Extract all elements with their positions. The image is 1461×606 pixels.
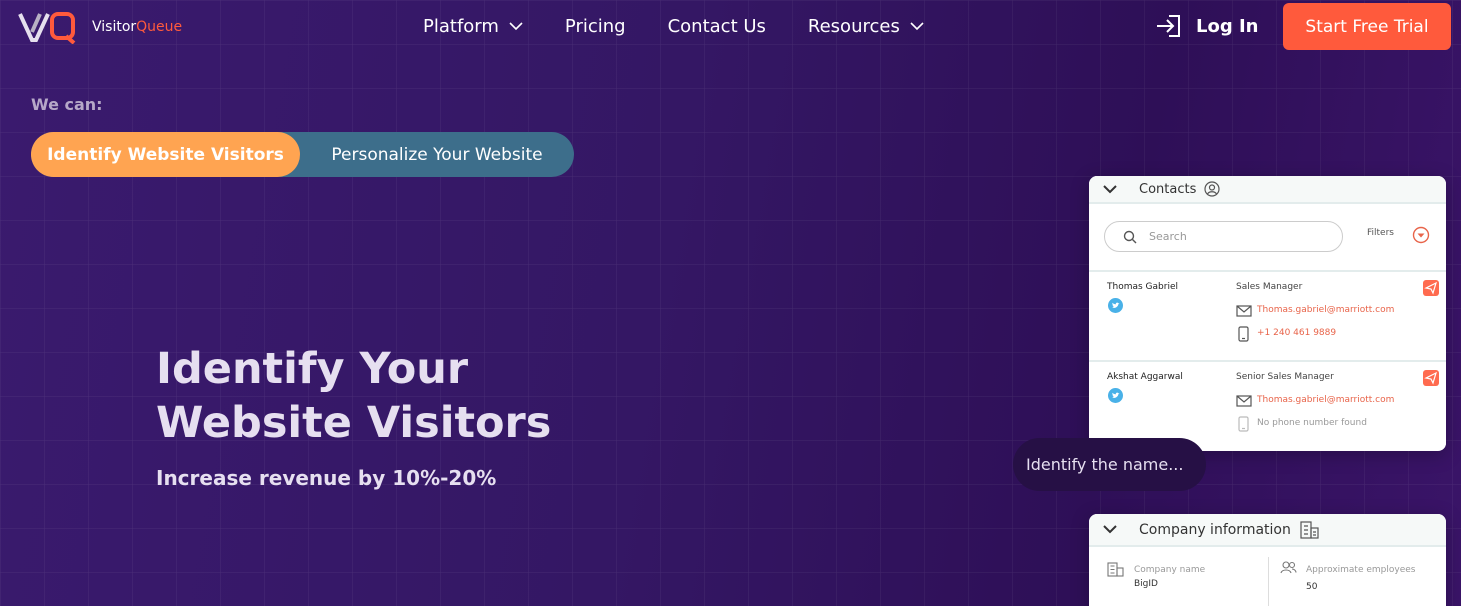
contact-name: Thomas Gabriel bbox=[1107, 282, 1178, 292]
contact-row[interactable]: Thomas Gabriel Sales Manager Thomas.gabr… bbox=[1089, 270, 1446, 360]
hero-title: Identify Your Website Visitors bbox=[156, 344, 552, 448]
employees-label: Approximate employees bbox=[1306, 565, 1416, 575]
send-icon[interactable] bbox=[1423, 370, 1439, 386]
brand-name: VisitorQueue bbox=[92, 19, 182, 35]
contacts-card: Contacts Search Filters Thomas Gabriel S… bbox=[1089, 176, 1446, 451]
hero-subtitle: Increase revenue by 10%-20% bbox=[156, 466, 497, 490]
chevron-down-icon[interactable] bbox=[1103, 184, 1117, 194]
menu-item-label: Platform bbox=[423, 16, 499, 37]
chevron-down-icon bbox=[910, 22, 924, 31]
contact-role: Senior Sales Manager bbox=[1236, 372, 1334, 382]
divider bbox=[1268, 557, 1269, 606]
search-icon bbox=[1123, 230, 1137, 243]
menu-item-label: Resources bbox=[807, 16, 900, 37]
chevron-down-icon[interactable] bbox=[1103, 525, 1117, 534]
logo[interactable]: VisitorQueue bbox=[18, 10, 182, 44]
capabilities-heading: We can: bbox=[31, 95, 103, 114]
menu-item-label: Pricing bbox=[564, 16, 626, 37]
vq-logo-icon bbox=[18, 10, 78, 44]
menu-item-contact[interactable]: Contact Us bbox=[668, 16, 766, 37]
contact-phone[interactable]: +1 240 461 9889 bbox=[1257, 328, 1336, 338]
employees-value: 50 bbox=[1306, 582, 1318, 592]
contact-role: Sales Manager bbox=[1236, 282, 1303, 292]
identify-name-bubble: Identify the name... bbox=[1013, 438, 1206, 491]
contacts-search-row: Search Filters bbox=[1089, 204, 1446, 270]
start-free-trial-button[interactable]: Start Free Trial bbox=[1283, 3, 1451, 50]
login-link[interactable]: Log In bbox=[1155, 14, 1259, 38]
mail-icon bbox=[1236, 395, 1252, 407]
search-placeholder: Search bbox=[1149, 230, 1187, 243]
contact-row[interactable]: Akshat Aggarwal Senior Sales Manager Tho… bbox=[1089, 360, 1446, 450]
phone-icon bbox=[1238, 416, 1249, 432]
user-circle-icon bbox=[1204, 181, 1220, 197]
brand-name-part2: Queue bbox=[136, 19, 183, 35]
send-icon[interactable] bbox=[1423, 280, 1439, 296]
menu-item-platform[interactable]: Platform bbox=[423, 16, 523, 37]
twitter-icon[interactable] bbox=[1108, 388, 1123, 403]
contact-phone-missing: No phone number found bbox=[1257, 418, 1367, 428]
company-body: Company name BigID Approximate employees… bbox=[1089, 547, 1446, 606]
filter-dropdown-icon[interactable] bbox=[1412, 226, 1430, 244]
toggle-personalize-website[interactable]: Personalize Your Website bbox=[300, 132, 574, 177]
contact-email[interactable]: Thomas.gabriel@marriott.com bbox=[1257, 395, 1394, 405]
building-icon bbox=[1107, 562, 1124, 577]
chevron-down-icon bbox=[509, 22, 523, 31]
company-name-label: Company name bbox=[1134, 565, 1206, 575]
search-input[interactable]: Search bbox=[1104, 221, 1343, 252]
login-arrow-icon bbox=[1157, 15, 1180, 37]
company-info-card: Company information Company name BigID A… bbox=[1089, 514, 1446, 606]
contact-email[interactable]: Thomas.gabriel@marriott.com bbox=[1257, 305, 1394, 315]
login-label: Log In bbox=[1196, 15, 1259, 37]
phone-icon bbox=[1238, 326, 1249, 342]
mail-icon bbox=[1236, 305, 1252, 317]
top-nav: VisitorQueue Platform Pricing Contact Us… bbox=[0, 0, 1461, 56]
contacts-header: Contacts bbox=[1089, 176, 1446, 204]
capability-toggle: Identify Website Visitors Personalize Yo… bbox=[31, 132, 574, 177]
toggle-identify-visitors[interactable]: Identify Website Visitors bbox=[31, 132, 300, 177]
contact-name: Akshat Aggarwal bbox=[1107, 372, 1183, 382]
company-name-value: BigID bbox=[1134, 579, 1158, 589]
menu-item-resources[interactable]: Resources bbox=[808, 16, 924, 37]
main-menu: Platform Pricing Contact Us Resources bbox=[423, 16, 966, 37]
filters-label[interactable]: Filters bbox=[1367, 228, 1394, 238]
company-header: Company information bbox=[1089, 514, 1446, 547]
employees-icon bbox=[1280, 561, 1297, 574]
menu-item-pricing[interactable]: Pricing bbox=[565, 16, 626, 37]
menu-item-label: Contact Us bbox=[667, 16, 766, 37]
company-title: Company information bbox=[1139, 521, 1291, 538]
building-icon bbox=[1299, 520, 1319, 539]
brand-name-part1: Visitor bbox=[92, 19, 137, 35]
twitter-icon[interactable] bbox=[1108, 298, 1123, 313]
contacts-title: Contacts bbox=[1139, 181, 1197, 197]
